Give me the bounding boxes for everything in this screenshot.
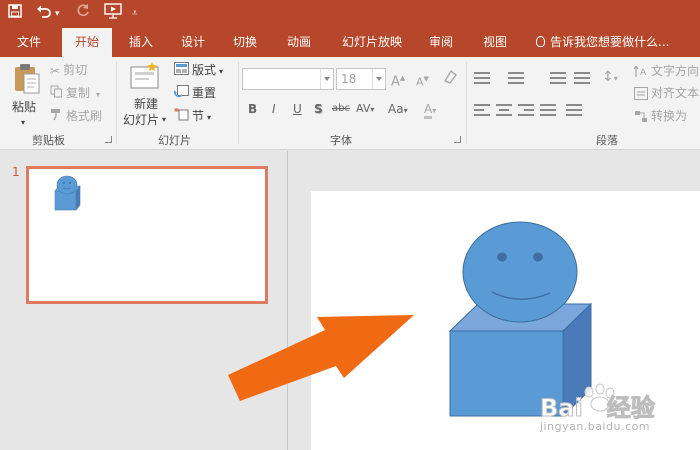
baidu-watermark: Bai 经验 jingyan.baidu.com: [540, 378, 700, 450]
watermark-url: jingyan.baidu.com: [540, 420, 651, 433]
watermark-brand-text: Bai: [540, 394, 584, 423]
watermark-brand: Bai 经验: [540, 388, 656, 423]
watermark-suffix-text: 经验: [606, 394, 655, 423]
